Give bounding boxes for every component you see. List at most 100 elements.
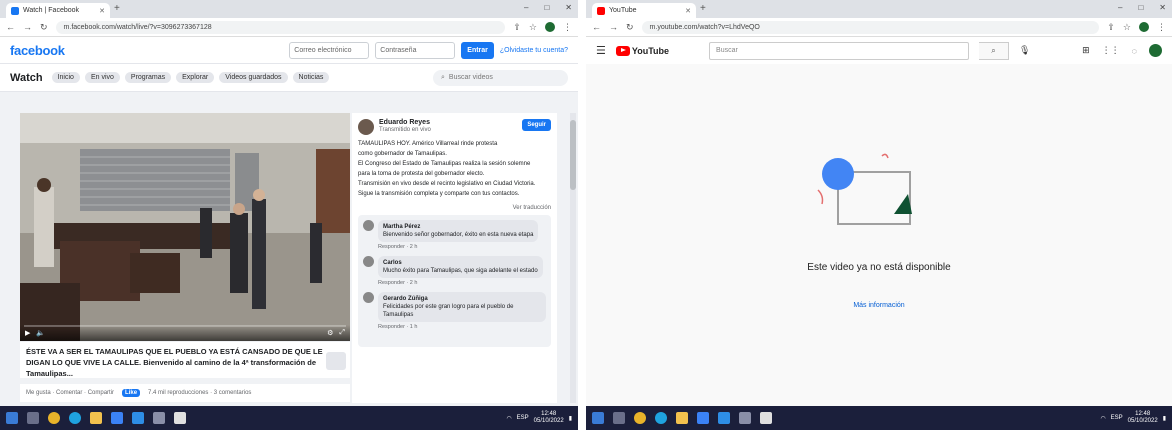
notification-icon[interactable]: ▮ xyxy=(569,415,572,422)
chrome-icon[interactable] xyxy=(634,412,646,424)
commenter-avatar[interactable] xyxy=(363,256,374,267)
taskview-icon[interactable] xyxy=(27,412,39,424)
pinned-app-icon[interactable] xyxy=(760,412,772,424)
video-unavailable-illustration xyxy=(817,153,912,225)
mail-icon[interactable] xyxy=(132,412,144,424)
folder-icon[interactable] xyxy=(676,412,688,424)
create-video-icon[interactable]: ⊞ xyxy=(1082,45,1090,56)
see-translation-link[interactable]: Ver traducción xyxy=(358,205,551,211)
store-icon[interactable] xyxy=(697,412,709,424)
settings-icon[interactable]: ⚙ xyxy=(327,329,333,337)
star-icon[interactable]: ☆ xyxy=(1123,22,1131,33)
chip-saved[interactable]: Videos guardados xyxy=(219,72,288,83)
taskview-icon[interactable] xyxy=(613,412,625,424)
comment-text: Felicidades por este gran logro para el … xyxy=(383,304,514,318)
folder-icon[interactable] xyxy=(90,412,102,424)
chrome-icon[interactable] xyxy=(48,412,60,424)
chip-live[interactable]: En vivo xyxy=(84,72,120,83)
share-icon[interactable]: ⇪ xyxy=(513,22,521,33)
youtube-logo[interactable]: YouTube xyxy=(615,45,669,56)
chip-shows[interactable]: Programas xyxy=(124,72,172,83)
settings-app-icon[interactable] xyxy=(739,412,751,424)
hamburger-menu-icon[interactable]: ☰ xyxy=(596,44,606,57)
back-icon[interactable]: ← xyxy=(6,22,15,32)
comment-author[interactable]: Gerardo Zúñiga xyxy=(383,295,541,303)
chip-news[interactable]: Noticias xyxy=(292,72,330,83)
comment-author[interactable]: Carlos xyxy=(383,259,538,267)
share-icon[interactable]: ⇪ xyxy=(1107,22,1115,33)
follow-button[interactable]: Seguir xyxy=(522,119,551,131)
clock[interactable]: 12:48 05/10/2022 xyxy=(534,411,564,425)
watch-search-input[interactable]: ⌕ Buscar videos xyxy=(433,69,568,86)
page-avatar[interactable] xyxy=(358,119,374,135)
commenter-avatar[interactable] xyxy=(363,292,374,303)
chip-explore[interactable]: Explorar xyxy=(176,72,215,83)
post-action-links[interactable]: Me gusta · Comentar · Compartir xyxy=(26,390,114,396)
url-field[interactable]: m.facebook.com/watch/live/?v=30962733671… xyxy=(55,20,506,34)
minimize-icon[interactable]: – xyxy=(524,3,528,12)
menu-dots-icon[interactable]: ⋮ xyxy=(563,22,572,33)
url-field[interactable]: m.youtube.com/watch?v=LhdVeQO xyxy=(641,20,1100,34)
close-tab-icon[interactable]: ✕ xyxy=(685,7,691,15)
account-avatar[interactable] xyxy=(1149,44,1162,57)
comment-author[interactable]: Martha Pérez xyxy=(383,223,533,231)
maximize-icon[interactable]: □ xyxy=(544,3,549,12)
browser-tab[interactable]: YouTube ✕ xyxy=(592,3,696,18)
close-window-icon[interactable]: ✕ xyxy=(565,3,572,12)
login-button[interactable]: Entrar xyxy=(461,41,494,59)
browser-tab[interactable]: Watch | Facebook ✕ xyxy=(6,3,110,18)
reload-icon[interactable]: ↻ xyxy=(40,22,48,33)
store-icon[interactable] xyxy=(111,412,123,424)
edge-icon[interactable] xyxy=(655,412,667,424)
back-icon[interactable]: ← xyxy=(592,22,601,32)
profile-avatar[interactable] xyxy=(545,22,555,32)
next-video-button[interactable] xyxy=(326,352,346,370)
settings-app-icon[interactable] xyxy=(153,412,165,424)
pinned-app-icon[interactable] xyxy=(174,412,186,424)
profile-avatar[interactable] xyxy=(1139,22,1149,32)
clock[interactable]: 12:48 05/10/2022 xyxy=(1128,411,1158,425)
comment-meta[interactable]: Responder · 2 h xyxy=(378,280,543,286)
password-field[interactable]: Contraseña xyxy=(375,41,456,59)
close-tab-icon[interactable]: ✕ xyxy=(99,7,105,15)
like-badge[interactable]: Like xyxy=(122,389,141,397)
chip-home[interactable]: Inicio xyxy=(51,72,80,83)
wifi-icon[interactable]: ◠ xyxy=(506,415,511,422)
new-tab-icon[interactable]: + xyxy=(700,3,706,14)
edge-icon[interactable] xyxy=(69,412,81,424)
star-icon[interactable]: ☆ xyxy=(529,22,537,33)
forward-icon[interactable]: → xyxy=(609,22,618,32)
learn-more-link[interactable]: Más información xyxy=(586,302,1172,309)
new-tab-icon[interactable]: + xyxy=(114,3,120,14)
forgot-account-link[interactable]: ¿Olvidaste tu cuenta? xyxy=(500,47,568,54)
wifi-icon[interactable]: ◠ xyxy=(1100,415,1105,422)
comment-meta[interactable]: Responder · 1 h xyxy=(378,324,546,330)
menu-dots-icon[interactable]: ⋮ xyxy=(1157,22,1166,33)
facebook-logo[interactable]: facebook xyxy=(10,43,65,58)
microphone-icon[interactable]: 🎙 xyxy=(1019,45,1030,56)
volume-icon[interactable]: 🔈 xyxy=(36,329,45,337)
video-player[interactable]: ▶ 🔈 ⚙ ⤢ xyxy=(20,113,350,341)
scrollbar-thumb[interactable] xyxy=(570,120,576,190)
language-indicator[interactable]: ESP xyxy=(517,415,529,421)
windows-start-icon[interactable] xyxy=(6,412,18,424)
language-indicator[interactable]: ESP xyxy=(1111,415,1123,421)
close-window-icon[interactable]: ✕ xyxy=(1159,3,1166,12)
search-button[interactable]: ⌕ xyxy=(979,41,1010,60)
comment-meta[interactable]: Responder · 2 h xyxy=(378,244,538,250)
notifications-bell-icon[interactable]: ◌ xyxy=(1132,46,1137,56)
email-field[interactable]: Correo electrónico xyxy=(289,41,370,59)
forward-icon[interactable]: → xyxy=(23,22,32,32)
maximize-icon[interactable]: □ xyxy=(1138,3,1143,12)
reload-icon[interactable]: ↻ xyxy=(626,22,634,33)
minimize-icon[interactable]: – xyxy=(1118,3,1122,12)
mail-icon[interactable] xyxy=(718,412,730,424)
notification-icon[interactable]: ▮ xyxy=(1163,415,1166,422)
apps-grid-icon[interactable]: ⋮⋮ xyxy=(1102,45,1120,56)
commenter-avatar[interactable] xyxy=(363,220,374,231)
play-icon[interactable]: ▶ xyxy=(25,329,30,337)
windows-start-icon[interactable] xyxy=(592,412,604,424)
page-name[interactable]: Eduardo Reyes xyxy=(379,119,431,126)
youtube-search-input[interactable]: Buscar xyxy=(709,41,970,60)
fullscreen-icon[interactable]: ⤢ xyxy=(339,329,345,337)
